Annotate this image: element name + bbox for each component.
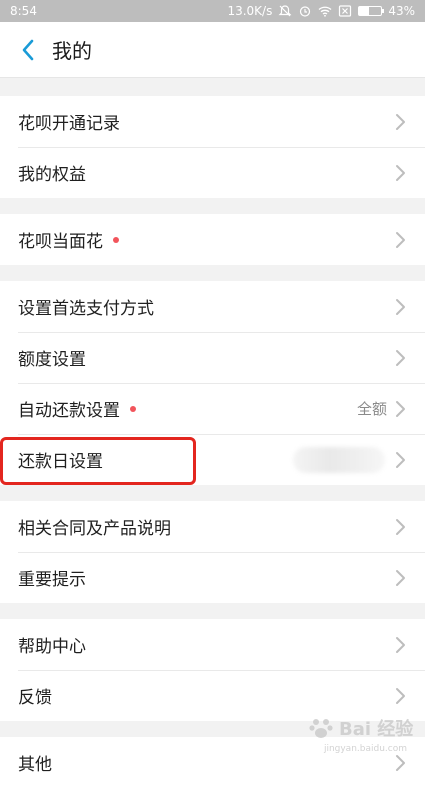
list-item[interactable]: 花呗开通记录	[0, 96, 425, 147]
status-bar: 8:54 13.0K/s 43%	[0, 0, 425, 22]
list-item-label: 花呗当面花	[18, 232, 103, 252]
chevron-right-icon	[396, 113, 405, 130]
chevron-right-icon	[396, 349, 405, 366]
settings-list: 花呗开通记录 我的权益花呗当面花设置首选支付方式 额度设置自动还款设置 全额还款日设置…	[0, 96, 425, 788]
sim-x-icon	[339, 5, 352, 17]
red-dot-badge	[130, 405, 136, 412]
battery-icon	[358, 6, 385, 16]
list-item-label: 花呗开通记录	[18, 114, 120, 134]
chevron-right-icon	[396, 451, 405, 468]
chevron-right-icon	[396, 298, 405, 315]
chevron-left-icon	[22, 39, 34, 60]
list-item-label: 还款日设置	[18, 452, 103, 472]
list-item-label: 帮助中心	[18, 637, 86, 657]
chevron-right-icon	[396, 687, 405, 704]
list-item-label: 其他	[18, 755, 52, 775]
settings-group: 花呗当面花	[0, 214, 425, 265]
watermark-text: Bai 经验	[339, 719, 414, 740]
list-item[interactable]: 还款日设置	[0, 434, 425, 485]
status-time: 8:54	[10, 4, 37, 18]
red-dot-badge	[113, 236, 119, 243]
chevron-right-icon	[396, 754, 405, 771]
list-item[interactable]: 帮助中心	[0, 619, 425, 670]
chevron-right-icon	[396, 231, 405, 248]
list-item[interactable]: 设置首选支付方式	[0, 281, 425, 332]
list-item-label: 设置首选支付方式	[18, 299, 154, 319]
watermark-sub: jingyan.baidu.com	[323, 744, 407, 754]
settings-group: 相关合同及产品说明 重要提示	[0, 501, 425, 603]
list-item-label: 自动还款设置	[18, 401, 120, 421]
list-item-label: 额度设置	[18, 350, 86, 370]
settings-group: 帮助中心 反馈	[0, 619, 425, 721]
battery-percent: 43%	[388, 4, 415, 18]
wifi-icon	[318, 6, 332, 17]
nav-header: 我的	[0, 22, 425, 78]
alarm-icon	[300, 6, 311, 17]
list-item-label: 重要提示	[18, 570, 86, 590]
list-item-label: 反馈	[18, 688, 52, 708]
chevron-right-icon	[396, 636, 405, 653]
chevron-right-icon	[396, 518, 405, 535]
blurred-value	[293, 446, 385, 473]
mute-bell-icon	[278, 5, 292, 17]
list-item[interactable]: 重要提示	[0, 552, 425, 603]
list-item-label: 相关合同及产品说明	[18, 519, 171, 539]
chevron-right-icon	[396, 569, 405, 586]
baidu-watermark: Bai 经验 jingyan.baidu.com	[307, 708, 417, 754]
chevron-right-icon	[396, 164, 405, 181]
list-item[interactable]: 我的权益	[0, 147, 425, 198]
network-speed: 13.0K/s	[227, 4, 273, 18]
back-button[interactable]	[6, 28, 50, 72]
settings-group: 设置首选支付方式 额度设置自动还款设置 全额还款日设置	[0, 281, 425, 485]
list-item[interactable]: 额度设置	[0, 332, 425, 383]
chevron-right-icon	[396, 400, 405, 417]
page-title: 我的	[52, 39, 92, 63]
list-item-value: 全额	[356, 400, 387, 418]
list-item[interactable]: 自动还款设置 全额	[0, 383, 425, 434]
settings-group: 花呗开通记录 我的权益	[0, 96, 425, 198]
baidu-paw-icon	[309, 719, 333, 738]
list-item[interactable]: 相关合同及产品说明	[0, 501, 425, 552]
status-icons: 13.0K/s 43%	[227, 4, 415, 18]
list-item-label: 我的权益	[18, 165, 86, 185]
list-item[interactable]: 花呗当面花	[0, 214, 425, 265]
